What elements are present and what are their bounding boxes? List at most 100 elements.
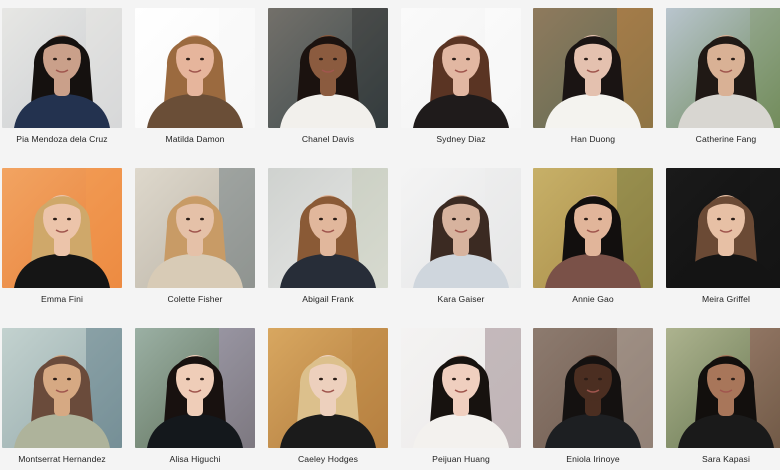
person-card[interactable]: Eniola Irinoye [533,328,653,464]
person-photo [666,8,780,128]
person-card[interactable]: Peijuan Huang [401,328,521,464]
portrait-image [666,168,780,288]
person-card[interactable]: Montserrat Hernandez [2,328,122,464]
eye [584,377,588,381]
eye [53,217,57,221]
people-grid: Pia Mendoza dela Cruz Matilda Damon Chan… [0,0,780,470]
eye [67,377,71,381]
person-name: Annie Gao [572,294,614,304]
eye [731,57,735,61]
person-card[interactable]: Matilda Damon [135,8,255,144]
person-name: Montserrat Hernandez [18,454,106,464]
eye [200,57,204,61]
person-card[interactable]: Kara Gaiser [401,168,521,304]
portrait-image [268,328,388,448]
person-name: Chanel Davis [301,134,355,144]
eye [319,57,323,61]
person-photo [2,328,122,448]
portrait-image [268,8,388,128]
person-photo [135,328,255,448]
portrait-image [533,328,653,448]
person-photo [666,328,780,448]
portrait-image [2,168,122,288]
eye [598,57,602,61]
person-name: Matilda Damon [165,134,225,144]
eye [731,217,735,221]
person-name: Han Duong [570,134,616,144]
person-name: Emma Fini [41,294,83,304]
person-photo [533,8,653,128]
eye [200,217,204,221]
person-card[interactable]: Sydney Diaz [401,8,521,144]
person-name: Alisa Higuchi [169,454,221,464]
person-photo [2,8,122,128]
person-card[interactable]: Han Duong [533,8,653,144]
person-name: Sara Kapasi [702,454,750,464]
portrait-image [666,8,780,128]
person-name: Sydney Diaz [436,134,486,144]
person-name: Meira Griffel [702,294,750,304]
eye [466,57,470,61]
person-photo [268,8,388,128]
eye [319,217,323,221]
person-photo [268,328,388,448]
eye [333,377,337,381]
portrait-image [135,328,255,448]
eye [584,217,588,221]
person-card[interactable]: Catherine Fang [666,8,780,144]
eye [67,217,71,221]
person-card[interactable]: Annie Gao [533,168,653,304]
portrait-image [268,168,388,288]
person-photo [533,328,653,448]
eye [186,217,190,221]
portrait-image [533,8,653,128]
eye [717,217,721,221]
person-photo [268,168,388,288]
person-name: Caeley Hodges [297,454,359,464]
portrait-image [533,168,653,288]
eye [186,377,190,381]
portrait-image [135,8,255,128]
portrait-image [401,168,521,288]
eye [466,217,470,221]
person-photo [401,168,521,288]
person-photo [533,168,653,288]
eye [67,57,71,61]
portrait-image [401,8,521,128]
portrait-image [401,328,521,448]
person-card[interactable]: Pia Mendoza dela Cruz [2,8,122,144]
person-photo [401,8,521,128]
eye [53,57,57,61]
person-name: Catherine Fang [695,134,757,144]
person-card[interactable]: Meira Griffel [666,168,780,304]
eye [186,57,190,61]
person-name: Abigail Frank [302,294,354,304]
eye [333,57,337,61]
person-name: Kara Gaiser [437,294,485,304]
portrait-image [135,168,255,288]
person-card[interactable]: Chanel Davis [268,8,388,144]
person-card[interactable]: Alisa Higuchi [135,328,255,464]
person-photo [2,168,122,288]
eye [717,57,721,61]
person-name: Eniola Irinoye [566,454,620,464]
person-card[interactable]: Emma Fini [2,168,122,304]
eye [319,377,323,381]
eye [598,377,602,381]
eye [466,377,470,381]
eye [584,57,588,61]
person-photo [135,168,255,288]
person-card[interactable]: Abigail Frank [268,168,388,304]
person-card[interactable]: Colette Fisher [135,168,255,304]
portrait-image [2,328,122,448]
person-photo [666,168,780,288]
eye [452,57,456,61]
eye [53,377,57,381]
eye [731,377,735,381]
person-name: Peijuan Huang [432,454,490,464]
person-card[interactable]: Caeley Hodges [268,328,388,464]
person-card[interactable]: Sara Kapasi [666,328,780,464]
eye [452,377,456,381]
eye [598,217,602,221]
person-photo [135,8,255,128]
